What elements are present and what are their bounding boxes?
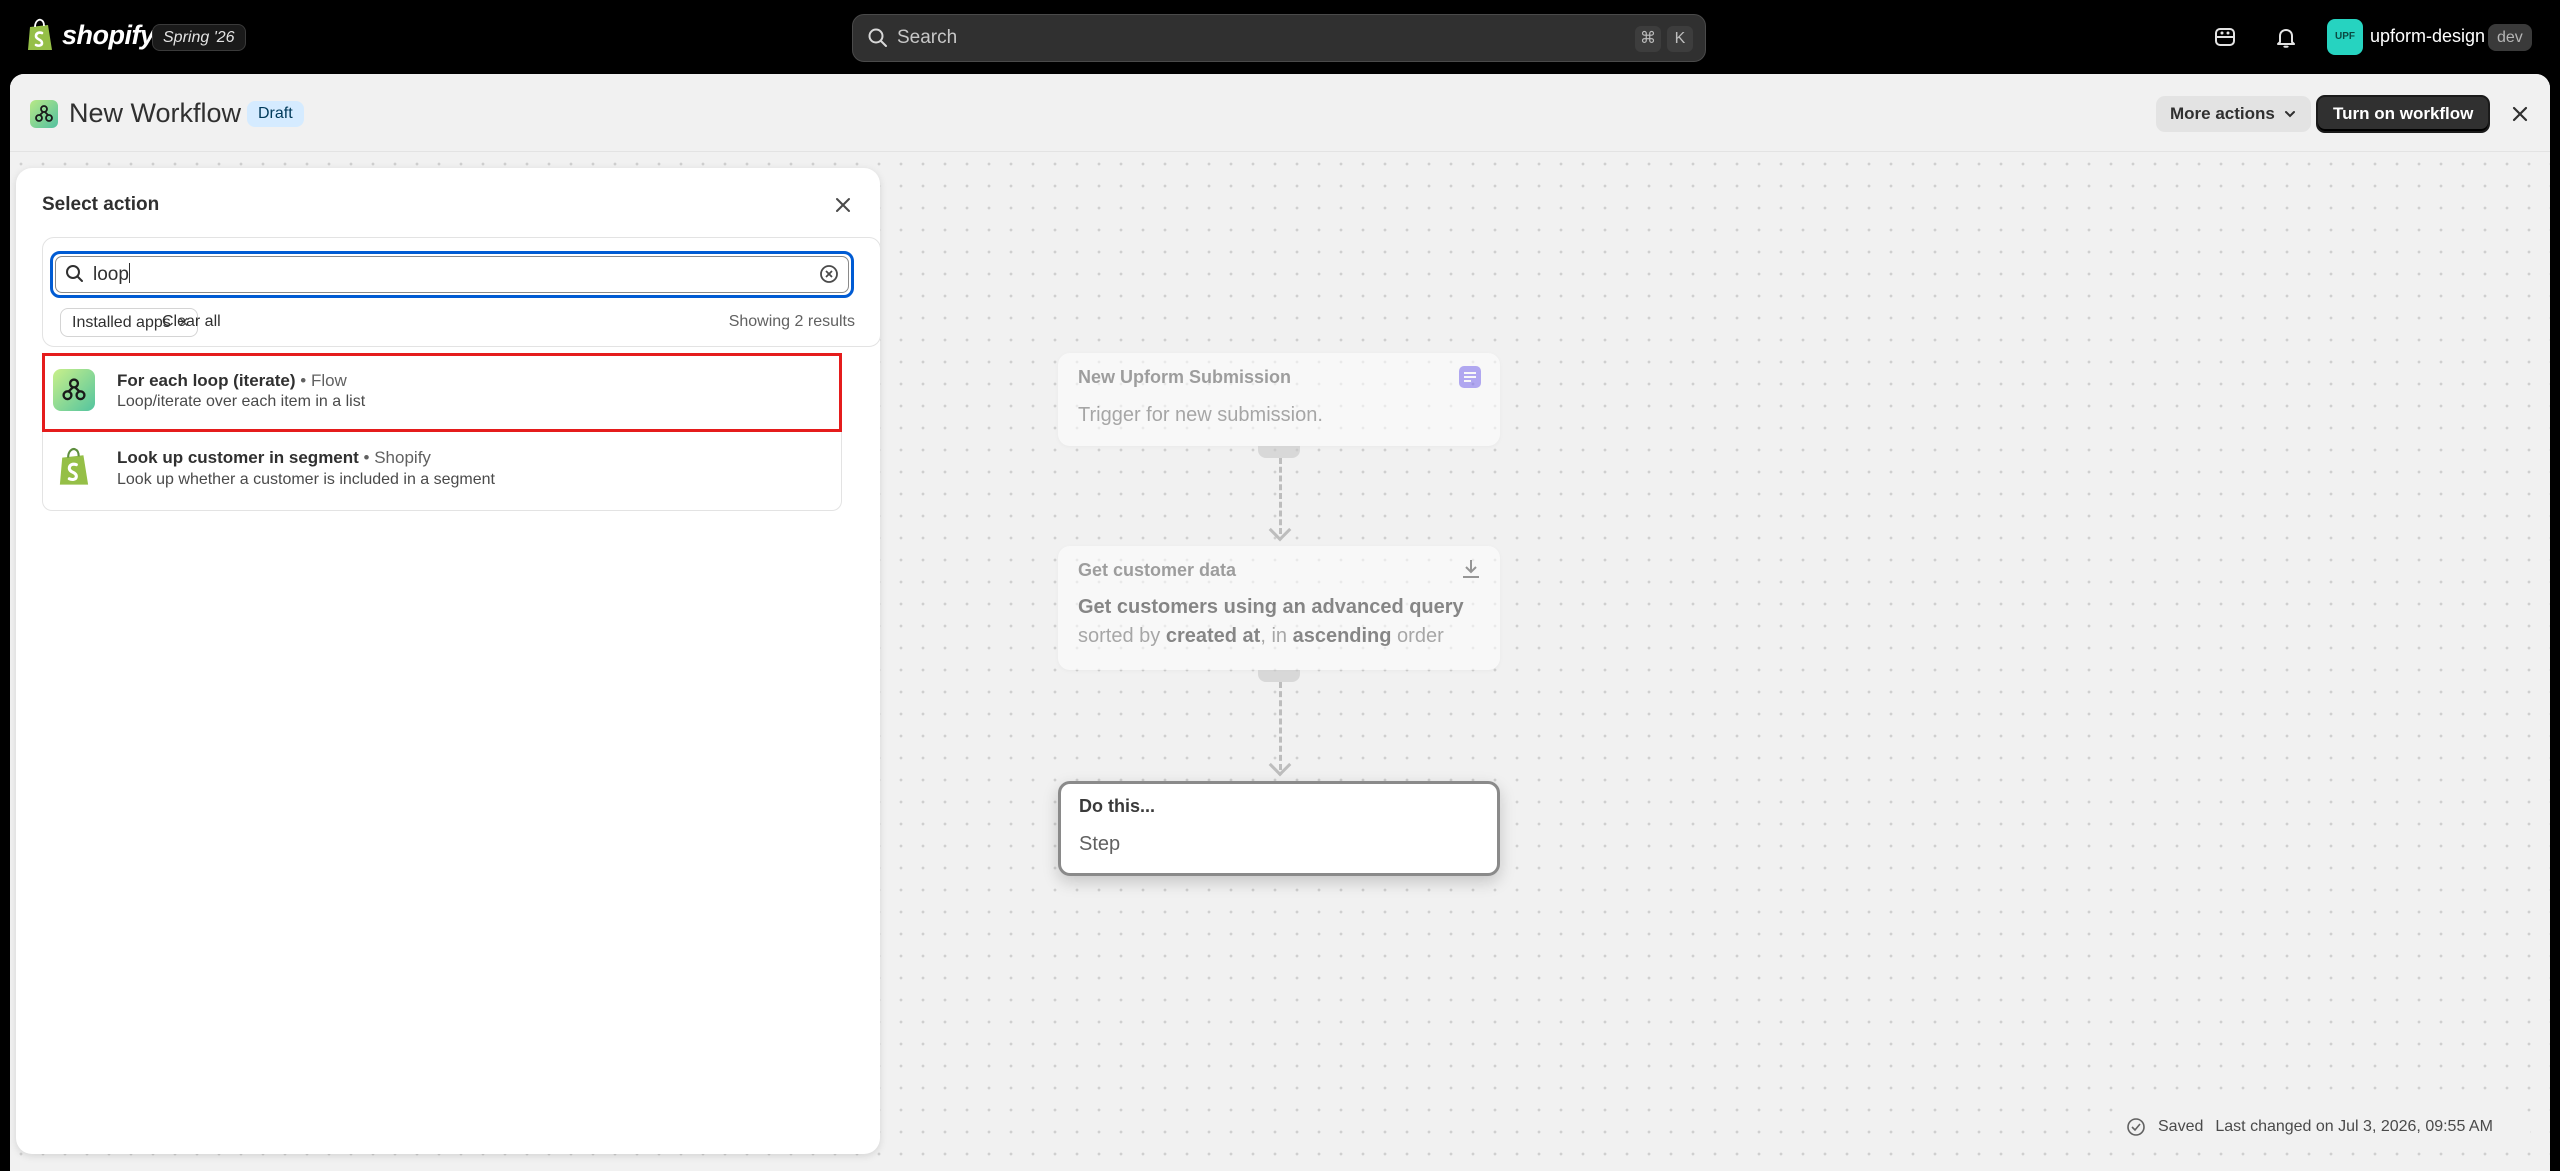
result-title: Look up customer in segment • Shopify — [117, 448, 431, 468]
last-changed-text: Last changed on Jul 3, 2026, 09:55 AM — [2215, 1118, 2493, 1135]
result-source: • Shopify — [363, 448, 431, 467]
node-description-line1: Get customers using an advanced query — [1078, 596, 1464, 618]
clear-all-button[interactable]: Clear all — [162, 313, 221, 331]
node-label: New Upform Submission — [1078, 367, 1292, 387]
flow-app-icon — [53, 369, 95, 411]
global-search-input[interactable]: Search ⌘ K — [852, 14, 1706, 62]
node-text: sorted by — [1078, 625, 1166, 647]
shortcut-k-key: K — [1667, 26, 1693, 52]
search-icon — [66, 265, 83, 282]
saved-label: Saved — [2158, 1118, 2204, 1135]
logo-wordmark: shopify — [62, 19, 155, 50]
result-item-for-each-loop[interactable]: For each loop (iterate) • Flow Loop/iter… — [42, 353, 842, 432]
flow-app-icon — [30, 100, 58, 128]
input-border — [55, 256, 849, 293]
node-description: Get customers using an advanced query so… — [1078, 593, 1464, 651]
node-text: , in — [1260, 625, 1293, 647]
node-description: Step — [1079, 833, 1121, 855]
do-this-step-node[interactable]: Do this... Step — [1058, 781, 1500, 876]
text-caret — [128, 263, 131, 283]
connector-handle[interactable] — [1258, 670, 1300, 682]
status-badge: Draft — [247, 101, 304, 127]
page-title: New Workflow — [69, 98, 242, 128]
result-title-text: Look up customer in segment — [117, 448, 359, 467]
connector-handle[interactable] — [1258, 446, 1300, 458]
search-query-text: loop — [93, 264, 129, 285]
store-avatar[interactable]: UPF — [2327, 19, 2363, 55]
form-icon — [1458, 365, 1482, 394]
close-panel-icon[interactable] — [832, 194, 854, 216]
result-description: Loop/iterate over each item in a list — [117, 393, 366, 410]
search-placeholder: Search — [897, 27, 958, 48]
clear-search-icon[interactable] — [819, 264, 839, 284]
notifications-bell-icon[interactable] — [2271, 22, 2301, 52]
shortcut-cmd-key: ⌘ — [1635, 26, 1661, 52]
check-circle-icon — [2127, 1118, 2145, 1136]
result-title-text: For each loop (iterate) — [117, 371, 296, 390]
close-editor-icon[interactable] — [2507, 101, 2533, 127]
result-source: • Flow — [300, 371, 347, 390]
more-actions-button[interactable]: More actions — [2156, 96, 2311, 132]
shopify-logo[interactable]: shopify — [26, 18, 155, 52]
store-name[interactable]: upform-design — [2370, 26, 2485, 47]
select-action-panel: Select action loop Installed apps ✕ Clea… — [16, 168, 881, 1154]
node-text: order — [1391, 625, 1444, 647]
trigger-node[interactable]: New Upform Submission Trigger for new su… — [1058, 353, 1500, 446]
shopify-bag-icon — [28, 18, 52, 50]
chevron-down-icon — [2284, 111, 2295, 118]
result-description: Look up whether a customer is included i… — [117, 471, 495, 488]
results-count: Showing 2 results — [728, 313, 855, 330]
node-field: created at — [1165, 625, 1261, 647]
edition-badge: Spring '26 — [152, 24, 246, 51]
node-label: Do this... — [1079, 796, 1155, 816]
panel-title: Select action — [42, 194, 160, 215]
node-order: ascending — [1292, 625, 1392, 647]
result-title: For each loop (iterate) • Flow — [117, 371, 347, 391]
page-header: New Workflow Draft More actions Turn on … — [10, 74, 2550, 152]
download-icon — [1460, 558, 1482, 585]
store-dev-badge: dev — [2488, 24, 2532, 51]
top-bar: shopify Spring '26 Search ⌘ K UPF upform… — [0, 0, 2560, 74]
sidekick-icon[interactable] — [2210, 22, 2240, 52]
more-actions-label: More actions — [2170, 104, 2275, 123]
shopify-bag-icon — [53, 446, 95, 488]
search-icon — [868, 28, 887, 47]
action-search-input[interactable]: loop — [50, 251, 854, 298]
node-description: Trigger for new submission. — [1078, 404, 1323, 426]
node-label: Get customer data — [1078, 560, 1237, 580]
result-item-look-up-customer[interactable]: Look up customer in segment • Shopify Lo… — [42, 432, 842, 511]
search-input-value[interactable]: loop — [93, 263, 131, 286]
turn-on-workflow-button[interactable]: Turn on workflow — [2316, 95, 2491, 133]
get-customer-data-node[interactable]: Get customer data Get customers using an… — [1058, 546, 1500, 670]
save-status-bar: Saved Last changed on Jul 3, 2026, 09:55… — [2114, 1108, 2530, 1146]
filter-chip-label: Installed apps — [72, 313, 171, 331]
